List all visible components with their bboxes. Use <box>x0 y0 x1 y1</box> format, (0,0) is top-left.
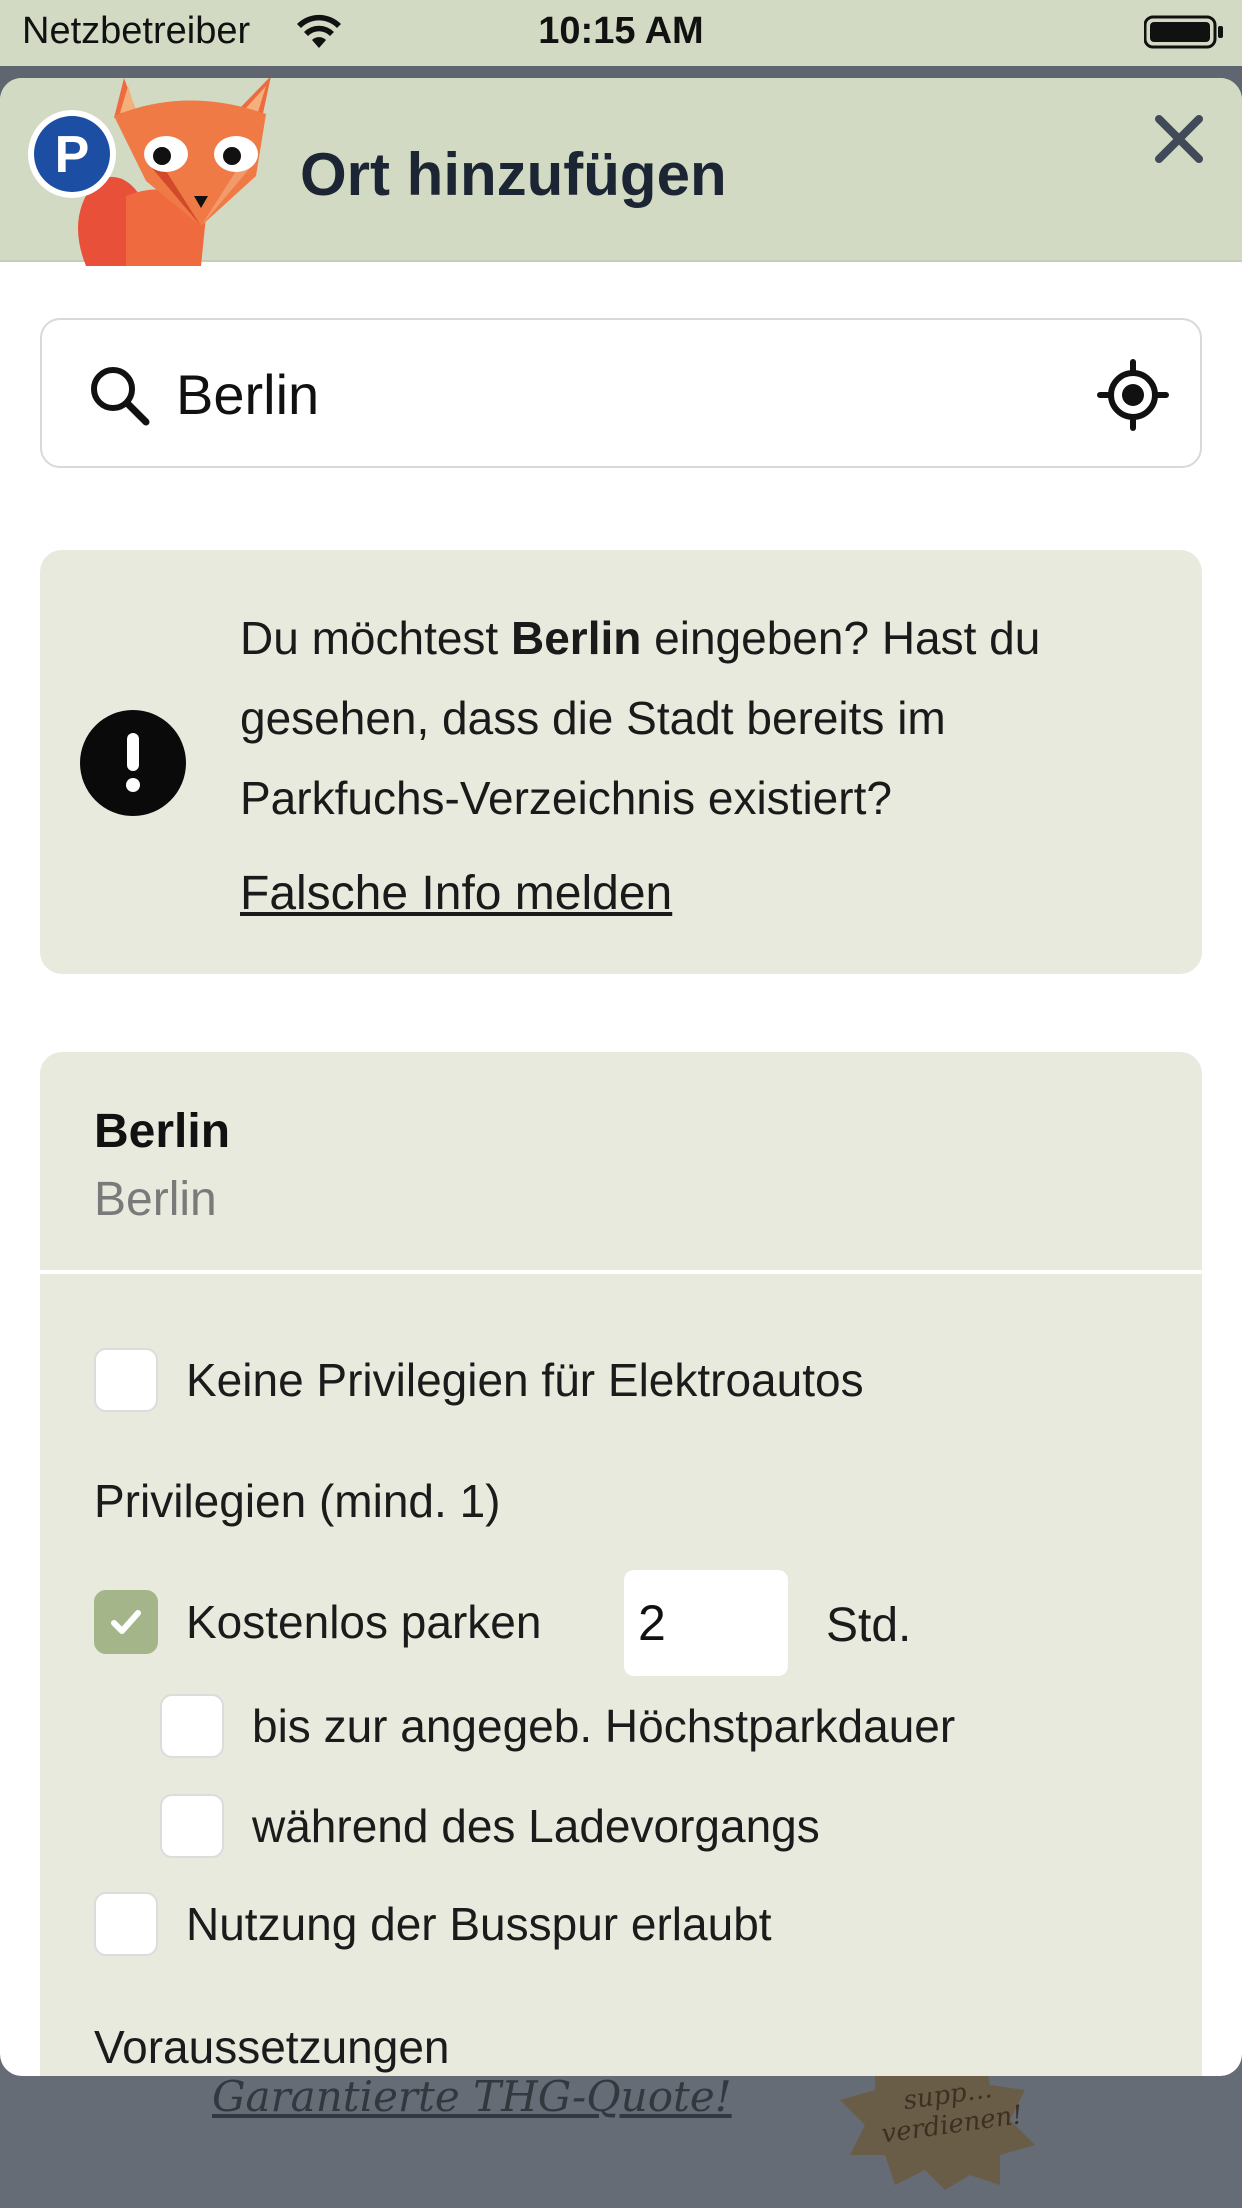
hours-unit-label: Std. <box>826 1599 912 1652</box>
parkfuchs-logo-icon: P <box>28 78 271 266</box>
page-title: Ort hinzufügen <box>300 141 727 208</box>
bus-lane-checkbox[interactable] <box>94 1892 158 1956</box>
bus-lane-label: Nutzung der Busspur erlaubt <box>186 1898 772 1950</box>
sheet-header: P Ort hinzufügen <box>0 78 1242 266</box>
no-privileges-label: Keine Privilegien für Elektroautos <box>186 1354 864 1406</box>
checkmark-icon <box>111 1610 141 1634</box>
free-parking-checkbox[interactable] <box>94 1590 158 1654</box>
battery-icon <box>1144 15 1223 49</box>
while-charging-checkbox[interactable] <box>160 1794 224 1858</box>
search-input[interactable] <box>176 348 1056 440</box>
warning-message: Du möchtest Berlin eingeben? Hast du ges… <box>240 598 1170 838</box>
requirements-heading: Voraussetzungen <box>94 2021 450 2073</box>
warning-text-before: Du möchtest <box>240 612 511 664</box>
option-until-max[interactable]: bis zur angegeb. Höchstparkdauer <box>160 1694 955 1758</box>
exclamation-icon <box>80 710 186 816</box>
free-parking-label: Kostenlos parken <box>186 1596 542 1648</box>
privileges-heading: Privilegien (mind. 1) <box>94 1475 501 1527</box>
search-field[interactable] <box>40 318 1202 468</box>
logo-letter: P <box>55 126 90 184</box>
option-bus-lane[interactable]: Nutzung der Busspur erlaubt <box>94 1892 772 1956</box>
search-icon <box>91 367 150 426</box>
no-privileges-checkbox[interactable] <box>94 1348 158 1412</box>
location-header: Berlin Berlin <box>40 1052 1202 1274</box>
location-region: Berlin <box>94 1173 217 1226</box>
add-location-sheet: P Ort hinzufügen Du möchtest Ber <box>0 78 1242 2076</box>
option-no-privileges[interactable]: Keine Privilegien für Elektroautos <box>94 1348 864 1412</box>
thg-quote-link: Garantierte THG-Quote! <box>212 2072 732 2121</box>
location-card: Berlin Berlin Keine Privilegien für Elek… <box>40 1052 1202 2076</box>
duplicate-warning-card: Du möchtest Berlin eingeben? Hast du ges… <box>40 550 1202 974</box>
until-max-checkbox[interactable] <box>160 1694 224 1758</box>
report-wrong-info-link[interactable]: Falsche Info melden <box>240 866 672 921</box>
locate-icon[interactable] <box>1096 358 1170 432</box>
while-charging-label: während des Ladevorgangs <box>252 1800 820 1852</box>
location-name: Berlin <box>94 1105 231 1158</box>
option-while-charging[interactable]: während des Ladevorgangs <box>160 1794 820 1858</box>
close-icon <box>1155 115 1203 163</box>
until-max-label: bis zur angegeb. Höchstparkdauer <box>252 1700 956 1752</box>
free-parking-hours-input[interactable] <box>624 1570 788 1676</box>
option-free-parking[interactable]: Kostenlos parken <box>94 1590 541 1654</box>
clock: 10:15 AM <box>538 10 704 52</box>
status-bar: Netzbetreiber 10:15 AM <box>0 0 1242 66</box>
close-button[interactable] <box>1148 108 1210 170</box>
warning-city: Berlin <box>511 612 642 664</box>
